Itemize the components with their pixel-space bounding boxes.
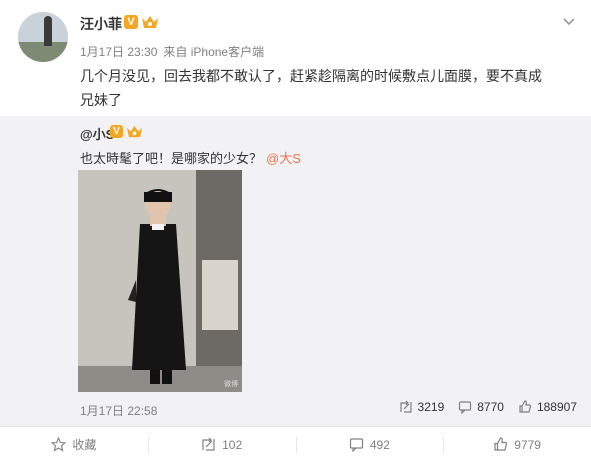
repost-photo[interactable]: 微博 bbox=[78, 170, 242, 392]
repost-reposts-count: 3219 bbox=[417, 400, 445, 414]
like-button[interactable]: 9779 bbox=[443, 427, 591, 462]
avatar-image bbox=[18, 12, 68, 62]
post-text: 几个月没见，回去我都不敢认了，赶紧趁隔离的时候敷点儿面膜，要不真成兄妹了 bbox=[80, 68, 542, 108]
comment-count: 492 bbox=[369, 437, 390, 452]
author-avatar[interactable] bbox=[18, 12, 68, 62]
repost-time[interactable]: 1月17日 22:58 bbox=[80, 402, 157, 419]
favorite-icon bbox=[51, 437, 67, 452]
photo-image bbox=[78, 170, 242, 392]
comment-button[interactable]: 492 bbox=[295, 427, 444, 462]
repost-comments-count: 8770 bbox=[477, 400, 504, 414]
repost-verified-badge: V bbox=[110, 125, 123, 138]
repost-button[interactable]: 102 bbox=[147, 427, 296, 462]
repost-text-body: 也太時髦了吧！是哪家的少女？ bbox=[80, 151, 263, 166]
repost-text: 也太時髦了吧！是哪家的少女？ @大S bbox=[80, 148, 301, 167]
chevron-down-icon[interactable] bbox=[562, 14, 576, 28]
crown-icon bbox=[142, 16, 158, 28]
post-source: 来自 iPhone客户端 bbox=[163, 45, 265, 59]
like-icon bbox=[519, 400, 532, 413]
like-icon bbox=[494, 437, 508, 451]
like-count: 9779 bbox=[514, 437, 541, 452]
repost-icon bbox=[399, 400, 412, 413]
mention-link[interactable]: @大S bbox=[266, 151, 301, 166]
post-date[interactable]: 1月17日 23:30 bbox=[80, 45, 157, 59]
repost-block: @小S V 也太時髦了吧！是哪家的少女？ @大S 微博 1月17日 22:58 … bbox=[0, 116, 591, 426]
verified-badge: V bbox=[124, 15, 138, 29]
author-name[interactable]: 汪小菲 bbox=[80, 14, 122, 34]
favorite-label: 收藏 bbox=[72, 438, 97, 452]
comment-icon bbox=[349, 438, 363, 452]
favorite-button[interactable]: 收藏 bbox=[0, 427, 148, 462]
crown-icon bbox=[127, 125, 142, 138]
repost-likes-count: 188907 bbox=[536, 400, 577, 414]
repost-stats: 3219 8770 188907 bbox=[399, 400, 577, 414]
repost-icon bbox=[202, 437, 215, 451]
weibo-post-card: 汪小菲 V 1月17日 23:30 来自 iPhone客户端 几个月没见，回去我都… bbox=[0, 0, 591, 461]
comment-icon bbox=[459, 401, 472, 414]
repost-count: 102 bbox=[222, 437, 243, 452]
post-meta: 1月17日 23:30 来自 iPhone客户端 bbox=[80, 43, 264, 60]
repost-comments[interactable]: 8770 bbox=[458, 400, 504, 414]
photo-watermark: 微博 bbox=[224, 381, 238, 388]
action-bar: 收藏 102 492 9779 bbox=[0, 426, 591, 462]
repost-reposts[interactable]: 3219 bbox=[399, 400, 445, 414]
repost-likes[interactable]: 188907 bbox=[518, 400, 577, 414]
